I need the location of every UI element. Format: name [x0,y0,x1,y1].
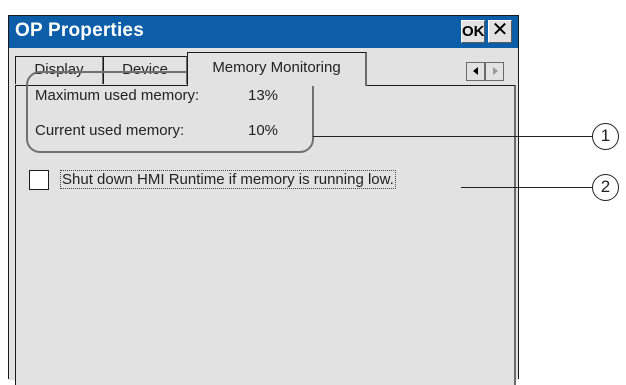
callout-leader-line-2 [461,187,592,188]
tab-scroll-right-button[interactable] [485,62,504,81]
callout-marker-2: 2 [592,174,619,201]
arrow-left-icon [473,67,478,75]
window-title: OP Properties [15,20,144,41]
arrow-right-icon [493,67,498,75]
max-used-memory-value: 13% [248,87,279,104]
tab-scroll-left-button[interactable] [466,62,485,81]
current-used-memory-value: 10% [248,122,279,139]
tab-memory-monitoring[interactable]: Memory Monitoring [187,52,367,86]
op-properties-window: OP Properties OK ✕ Display Device Memory… [8,15,519,385]
callout-marker-1: 1 [592,123,619,150]
title-bar: OP Properties OK ✕ [9,16,518,48]
close-button[interactable]: ✕ [488,20,512,43]
shutdown-runtime-checkbox[interactable] [29,170,49,190]
max-used-memory-label: Maximum used memory: [35,87,200,104]
ok-button[interactable]: OK [461,20,485,43]
current-used-memory-label: Current used memory: [35,122,185,139]
callout-leader-line-1 [313,136,592,137]
shutdown-runtime-label[interactable]: Shut down HMI Runtime if memory is runni… [60,170,396,189]
